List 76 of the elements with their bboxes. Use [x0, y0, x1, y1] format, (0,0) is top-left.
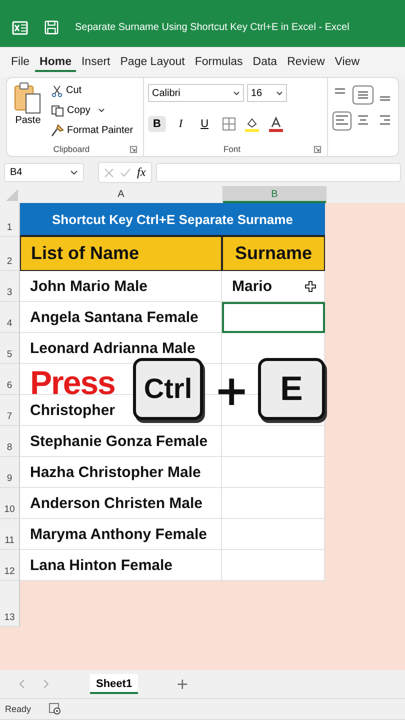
table-cell: Mario [232, 278, 272, 295]
ribbon-tab[interactable]: Insert [76, 52, 116, 72]
ribbon-tab[interactable]: Review [282, 52, 330, 72]
row-number: 4 [0, 302, 20, 333]
column-header[interactable]: B [223, 186, 327, 203]
table-title: Shortcut Key Ctrl+E Separate Surname [20, 203, 325, 237]
row-number: 8 [0, 426, 20, 457]
bold-button[interactable]: B [148, 116, 166, 132]
keyboard-key: Ctrl [133, 358, 203, 420]
table-cell: Maryma Anthony Female [30, 526, 207, 543]
row-number: 5 [0, 333, 20, 364]
brush-icon [51, 124, 64, 137]
ribbon-tab[interactable]: File [6, 52, 35, 72]
formula-input[interactable] [156, 163, 401, 182]
underline-button[interactable]: U [196, 116, 214, 132]
row-number: 12 [0, 550, 20, 581]
table-cell: Anderson Christen Male [30, 495, 203, 512]
ribbon-tab[interactable]: Home [34, 52, 76, 72]
cursor-icon [305, 281, 316, 292]
format-painter-button[interactable]: Format Painter [49, 121, 136, 140]
table-cell: Lana Hinton Female [30, 557, 173, 574]
column-heading: Surname [222, 237, 325, 271]
group-label: Clipboard [53, 144, 90, 154]
ribbon-tab[interactable]: View [330, 52, 365, 72]
caret-icon [276, 90, 283, 96]
add-sheet-button[interactable]: + [170, 674, 195, 694]
caret-icon [232, 90, 240, 96]
row-number: 2 [0, 237, 20, 271]
table-cell: Christopher [30, 402, 116, 419]
ribbon-tab[interactable]: Formulas [190, 52, 248, 72]
borders-icon[interactable] [222, 116, 236, 130]
fill-color-icon[interactable] [244, 116, 260, 132]
ribbon-tab[interactable]: Data [248, 52, 282, 72]
group-label: Font [223, 144, 240, 154]
paste-button[interactable]: Paste [11, 81, 45, 142]
selected-cell[interactable] [222, 302, 325, 333]
clipboard-icon [13, 81, 43, 115]
copy-button[interactable]: Copy [49, 101, 136, 120]
table-cell: Hazha Christopher Male [30, 464, 201, 481]
column-heading: List of Name [20, 237, 222, 271]
row-number: 3 [0, 271, 20, 302]
table-cell: Angela Santana Female [30, 309, 198, 326]
scissors-icon [51, 84, 63, 96]
row-number: 7 [0, 395, 20, 426]
check-icon[interactable] [120, 168, 131, 178]
row-number: 13 [0, 581, 20, 627]
plus-sign: + [214, 366, 250, 415]
caret-icon [98, 108, 106, 113]
ribbon-tab[interactable]: Page Layout [115, 52, 190, 72]
row-number: 9 [0, 457, 20, 488]
row-number: 6 [0, 364, 20, 395]
italic-button[interactable]: I [174, 116, 188, 132]
font-size-dropdown[interactable]: 16 [246, 84, 287, 102]
status-text: Ready [5, 704, 32, 714]
row-number: 1 [0, 203, 20, 237]
font-name-dropdown[interactable]: Calibri [148, 84, 244, 102]
font-color-icon[interactable] [268, 116, 284, 132]
table-cell: Leonard Adrianna Male [30, 340, 196, 357]
row-number: 11 [0, 519, 20, 550]
caret-icon [70, 170, 78, 175]
name-box[interactable]: B4 [4, 163, 84, 182]
copy-icon [51, 104, 64, 116]
press-caption: Press [30, 366, 115, 399]
save-icon[interactable] [44, 20, 59, 35]
table-cell: Stephanie Gonza Female [30, 433, 208, 450]
keyboard-key: E [258, 358, 325, 420]
expand-icon[interactable] [130, 146, 137, 152]
row-number: 10 [0, 488, 20, 519]
excel-logo-icon [12, 20, 28, 36]
expand-icon[interactable] [314, 146, 321, 152]
cut-button[interactable]: Cut [49, 81, 136, 100]
insert-function-button[interactable]: fx [137, 165, 146, 180]
window-title: Separate Surname Using Shortcut Key Ctrl+E in Excel - Excel [75, 22, 350, 33]
table-cell: John Mario Male [30, 278, 148, 295]
sheet-tab[interactable]: Sheet1 [90, 674, 138, 694]
macro-icon[interactable] [49, 703, 62, 715]
